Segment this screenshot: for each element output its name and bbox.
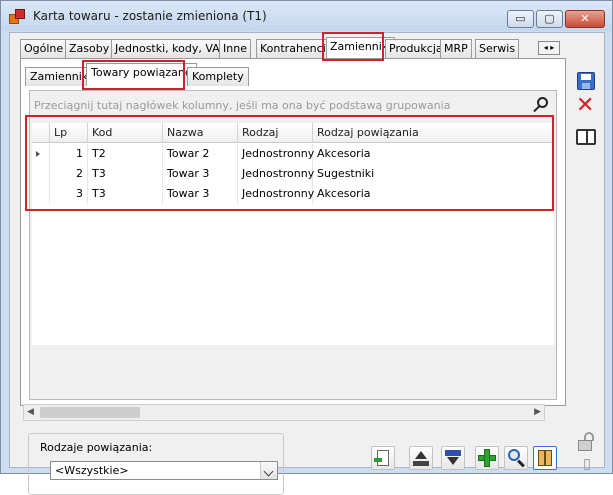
cell-rodzaj-powiazania[interactable]: Sugestniki <box>313 164 554 184</box>
cell-lp[interactable]: 3 <box>50 184 88 204</box>
download-icon <box>445 450 461 456</box>
column-header-rodzaj[interactable]: Rodzaj <box>238 123 313 143</box>
table-row[interactable]: 1 T2 Towar 2 Jednostronny Akcesoria <box>32 144 554 164</box>
tab-inne[interactable]: Inne <box>219 39 251 58</box>
tabs-scroll-arrows[interactable]: ◂ ▸ <box>538 41 560 55</box>
minimize-button[interactable]: ▭ <box>507 10 534 28</box>
preview-button[interactable] <box>504 446 528 470</box>
chevron-down-icon[interactable] <box>260 462 277 479</box>
delete-icon: ✕ <box>576 93 595 118</box>
group-by-hint: Przeciągnij tutaj nagłówek kolumny, jeśl… <box>34 99 451 112</box>
lock-icon[interactable] <box>576 432 596 454</box>
cell-rodzaj-powiazania[interactable]: Akcesoria <box>313 184 554 204</box>
tab-serwis[interactable]: Serwis <box>475 39 520 58</box>
delete-button[interactable]: ✕ <box>575 93 597 118</box>
move-down-button[interactable] <box>441 446 465 470</box>
columns-icon <box>538 450 545 466</box>
book-icon <box>576 129 596 145</box>
cell-kod[interactable]: T3 <box>88 184 163 204</box>
move-up-button[interactable] <box>409 446 433 470</box>
row-indicator-header <box>32 123 50 143</box>
cell-nazwa[interactable]: Towar 2 <box>163 144 238 164</box>
app-window: Karta towaru - zostanie zmieniona (T1) ▭… <box>0 0 613 495</box>
book-button[interactable] <box>575 126 597 148</box>
cell-kod[interactable]: T3 <box>88 164 163 184</box>
current-row-icon <box>36 151 40 157</box>
pin-icon[interactable]: ▯ <box>579 456 595 474</box>
table-row[interactable]: 3 T3 Towar 3 Jednostronny Akcesoria <box>32 184 554 204</box>
tab-zasoby[interactable]: Zasoby <box>65 39 114 58</box>
search-icon[interactable] <box>532 96 550 114</box>
columns-button[interactable] <box>533 446 557 470</box>
cell-rodzaj[interactable]: Jednostronny <box>238 144 314 164</box>
window-title: Karta towaru - zostanie zmieniona (T1) <box>33 9 267 23</box>
horizontal-scrollbar[interactable]: ◀ ▶ <box>23 404 545 421</box>
maximize-button[interactable]: ▢ <box>536 10 563 28</box>
cell-rodzaj[interactable]: Jednostronny <box>238 164 314 184</box>
relation-type-select[interactable]: <Wszystkie> <box>50 461 278 480</box>
scrollbar-thumb[interactable] <box>40 407 140 418</box>
window-client: Ogólne Zasoby Jednostki, kody, VAT Inne … <box>9 32 605 495</box>
grid-area: Przeciągnij tutaj nagłówek kolumny, jeśl… <box>29 90 557 400</box>
scroll-left-icon[interactable]: ◀ <box>27 407 34 417</box>
column-header-nazwa[interactable]: Nazwa <box>163 123 238 143</box>
upload-icon <box>415 451 427 459</box>
close-button[interactable]: ✕ <box>565 10 605 28</box>
tab-jednostki[interactable]: Jednostki, kody, VAT <box>111 39 230 58</box>
tab-ogolne[interactable]: Ogólne <box>20 39 68 58</box>
column-header-kod[interactable]: Kod <box>88 123 163 143</box>
relation-type-value: <Wszystkie> <box>55 464 129 477</box>
scroll-right-icon[interactable]: ▶ <box>534 407 541 417</box>
cell-rodzaj-powiazania[interactable]: Akcesoria <box>313 144 554 164</box>
cell-nazwa[interactable]: Towar 3 <box>163 184 238 204</box>
data-grid: Lp Kod Nazwa Rodzaj Rodzaj powiązania 1 … <box>32 123 554 345</box>
cell-rodzaj[interactable]: Jednostronny <box>238 184 314 204</box>
cell-kod[interactable]: T2 <box>88 144 163 164</box>
tab-kontrahenci[interactable]: Kontrahenci <box>256 39 330 58</box>
tab-mrp[interactable]: MRP <box>440 39 472 58</box>
subtab-towary-powiazane[interactable]: Towary powiązane <box>86 63 197 86</box>
save-icon <box>577 72 595 90</box>
app-icon <box>9 9 25 24</box>
row-indicator <box>32 144 50 164</box>
cell-lp[interactable]: 1 <box>50 144 88 164</box>
tab-produkcja[interactable]: Produkcja <box>385 39 447 58</box>
export-button[interactable] <box>371 446 395 470</box>
cell-lp[interactable]: 2 <box>50 164 88 184</box>
cell-nazwa[interactable]: Towar 3 <box>163 164 238 184</box>
row-indicator <box>32 164 50 184</box>
save-button[interactable] <box>575 70 597 92</box>
filter-legend: Rodzaje powiązania: <box>38 441 155 454</box>
table-row[interactable]: 2 T3 Towar 3 Jednostronny Sugestniki <box>32 164 554 184</box>
column-header-rodzaj-powiazania[interactable]: Rodzaj powiązania <box>313 123 554 143</box>
add-button[interactable] <box>475 446 499 470</box>
subtab-komplety[interactable]: Komplety <box>187 67 249 86</box>
row-indicator <box>32 184 50 204</box>
column-header-lp[interactable]: Lp <box>50 123 88 143</box>
tab-panel-zamienniki: Zamienniki Towary powiązane Komplety Prz… <box>20 58 566 421</box>
title-bar[interactable]: Karta towaru - zostanie zmieniona (T1) ▭… <box>1 1 612 31</box>
